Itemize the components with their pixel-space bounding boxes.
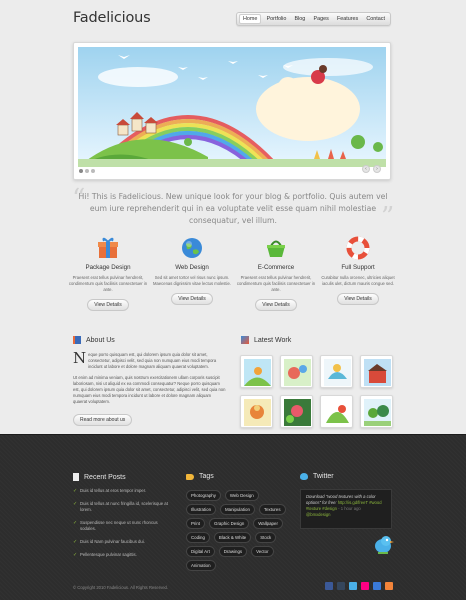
tag-cloud: Photography Web Design Illustration Mani… (186, 490, 286, 571)
tag-link[interactable]: Web Design (224, 490, 259, 501)
twitter-title: Twitter (313, 473, 334, 480)
tag-icon (186, 473, 194, 480)
recent-post-link[interactable]: Suspendisse nec neque ut nunc rhoncus so… (73, 520, 173, 532)
dropcap: N (73, 349, 87, 367)
twitter-icon[interactable] (349, 582, 357, 590)
twitter-bird-mascot-icon (372, 533, 394, 560)
tag-link[interactable]: Vector (251, 546, 274, 557)
tag-link[interactable]: Digital Art (186, 546, 215, 557)
globe-icon (180, 236, 204, 260)
service-ecommerce: E-Commerce Praesent erat tellus pulvinar… (236, 236, 316, 311)
nav-home[interactable]: Home (239, 14, 262, 24)
about-paragraph-1: eque porro quisquam est, qui dolorem ips… (88, 352, 217, 370)
nav-contact[interactable]: Contact (363, 15, 388, 23)
recent-posts-header: Recent Posts (73, 473, 126, 481)
tumblr-icon[interactable] (337, 582, 345, 590)
tag-link[interactable]: Manipulation (220, 504, 255, 515)
slider-next-arrow[interactable]: › (373, 165, 381, 173)
work-thumbnail[interactable] (240, 395, 273, 428)
document-icon (73, 473, 79, 481)
tag-link[interactable]: Drawings (218, 546, 248, 557)
slider-dot[interactable] (91, 169, 95, 173)
about-title: About Us (86, 336, 115, 344)
tweet-time: - 1 hour ago (338, 506, 361, 511)
gift-icon (96, 236, 120, 260)
work-thumbnail[interactable] (360, 395, 393, 428)
recent-post-link[interactable]: Duis id tellus at eros tempor imper. (73, 488, 173, 494)
work-thumbnail[interactable] (320, 395, 353, 428)
flickr-icon[interactable] (361, 582, 369, 590)
about-paragraph-2: Ut enim ad minima veniam, quis nostrum e… (73, 374, 226, 405)
service-web-design: Web Design Sed sit amet tortor vel risus… (152, 236, 232, 305)
intro-quote: Hi! This is Fadelicious. New unique look… (78, 192, 388, 225)
tag-link[interactable]: Black & White (213, 532, 252, 543)
read-more-button[interactable]: Read more about us (73, 414, 133, 426)
service-title: Package Design (85, 264, 131, 271)
slider-dot[interactable] (85, 169, 89, 173)
delicious-icon[interactable] (373, 582, 381, 590)
view-details-button[interactable]: View Details (337, 293, 379, 305)
recent-posts-list: Duis id tellus at eros tempor imper. Dui… (73, 488, 173, 565)
slider-prev-arrow[interactable]: ‹ (362, 165, 370, 173)
rss-icon[interactable] (385, 582, 393, 590)
tags-title: Tags (199, 473, 214, 480)
tag-link[interactable]: Stock (255, 532, 277, 543)
nav-blog[interactable]: Blog (292, 15, 309, 23)
nav-portfolio[interactable]: Portfolio (264, 15, 290, 23)
work-thumbnail[interactable] (320, 355, 353, 388)
tag-link[interactable]: Photography (186, 490, 221, 501)
work-thumbnail[interactable] (360, 355, 393, 388)
service-title: E-Commerce (257, 264, 295, 271)
tags-header: Tags (186, 473, 214, 480)
work-thumbnail[interactable] (280, 395, 313, 428)
service-text: Praesent erat tellus pulvinar hendrerit,… (68, 275, 148, 292)
tag-link[interactable]: Illustration (186, 504, 217, 515)
tag-link[interactable]: Print (186, 518, 206, 529)
about-text: Neque porro quisquam est, qui dolorem ip… (73, 349, 226, 410)
service-text: Sed sit amet tortor vel risus nunc ipsum… (153, 275, 231, 286)
lifebuoy-icon (346, 236, 370, 260)
tweet-box: Download "wood textures with a color opt… (300, 489, 392, 529)
tag-link[interactable]: Textures (258, 504, 286, 515)
twitter-bird-icon (300, 473, 308, 480)
latest-work-title: Latest Work (254, 336, 292, 344)
nav-pages[interactable]: Pages (310, 15, 331, 23)
recent-post-link[interactable]: Duis id tellus at nunc fringilla id, sce… (73, 501, 173, 513)
slide-image (78, 47, 386, 167)
twitter-header: Twitter (300, 473, 334, 480)
recent-post-link[interactable]: Duis id Nam pulvinar faucibus dui. (73, 539, 173, 545)
work-thumbnail[interactable] (240, 355, 273, 388)
image-slider (73, 42, 391, 180)
service-package-design: Package Design Praesent erat tellus pulv… (68, 236, 148, 311)
palette-icon (241, 336, 249, 344)
service-title: Web Design (175, 264, 209, 271)
site-logo[interactable]: Fadelicious (73, 10, 151, 26)
slider-dot-active[interactable] (79, 169, 83, 173)
service-text: Praesent erat tellus pulvinar hendrerit,… (236, 275, 316, 292)
nav-features[interactable]: Features (334, 15, 361, 23)
tweet-user[interactable]: @bmxdesign (306, 512, 331, 517)
work-thumbnail[interactable] (280, 355, 313, 388)
tag-link[interactable]: Coding (186, 532, 210, 543)
service-title: Full Support (341, 264, 375, 271)
basket-icon (264, 236, 288, 260)
view-details-button[interactable]: View Details (255, 299, 297, 311)
about-header: About Us (73, 336, 115, 344)
view-details-button[interactable]: View Details (87, 299, 129, 311)
tag-link[interactable]: Graphic Design (209, 518, 250, 529)
service-text: Curabitur nulla orcenec, ultricies aliqu… (321, 275, 395, 286)
tweet-link[interactable]: http://is.gd/freeT (338, 500, 368, 505)
latest-work-header: Latest Work (241, 336, 291, 344)
view-details-button[interactable]: View Details (171, 293, 213, 305)
book-icon (73, 336, 81, 344)
copyright: © Copyright 2010 Fadelicious. All Rights… (73, 585, 169, 590)
facebook-icon[interactable] (325, 582, 333, 590)
main-nav: Home Portfolio Blog Pages Features Conta… (236, 12, 391, 26)
recent-post-link[interactable]: Pellentesque pulvinar sagittis. (73, 552, 173, 558)
tag-link[interactable]: Animation (186, 560, 216, 571)
tag-link[interactable]: Wallpaper (253, 518, 283, 529)
recent-posts-title: Recent Posts (84, 473, 126, 481)
service-full-support: Full Support Curabitur nulla orcenec, ul… (318, 236, 398, 305)
